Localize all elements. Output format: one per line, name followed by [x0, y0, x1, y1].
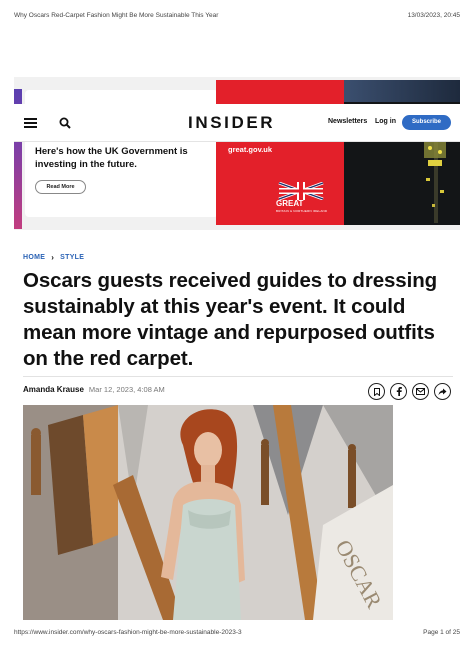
menu-icon[interactable]: [24, 118, 37, 128]
author-name[interactable]: Amanda Krause: [23, 385, 84, 394]
share-icon[interactable]: [434, 383, 451, 400]
breadcrumb-home[interactable]: HOME: [23, 254, 45, 261]
ad-text: Here's how the UK Government is investin…: [35, 146, 188, 170]
site-logo[interactable]: INSIDER: [188, 113, 275, 133]
ad-url: great.gov.uk: [228, 145, 273, 154]
search-icon[interactable]: [59, 117, 71, 129]
breadcrumb: HOME › STYLE: [23, 252, 84, 262]
hero-photo: OSCAR: [23, 405, 393, 620]
byline: Amanda Krause Mar 12, 2023, 4:08 AM: [23, 385, 165, 394]
print-datetime: 13/03/2023, 20:45: [407, 12, 460, 19]
print-title: Why Oscars Red-Carpet Fashion Might Be M…: [14, 12, 219, 19]
email-icon[interactable]: [412, 383, 429, 400]
site-header: INSIDER Newsletters Log in Subscribe: [14, 104, 460, 142]
ad-great-label: GREAT: [276, 199, 304, 208]
union-flag-icon: [275, 182, 327, 200]
ad-read-more-button[interactable]: Read More: [35, 180, 86, 194]
breadcrumb-section[interactable]: STYLE: [60, 254, 84, 261]
ad-dark-panel: [344, 80, 460, 225]
chevron-right-icon: ›: [51, 252, 55, 262]
satellite-icon: [424, 138, 446, 223]
divider: [23, 376, 453, 377]
ad-red-panel: great.gov.uk GREAT BRITAIN & NORTHERN IR…: [216, 80, 344, 225]
publish-date: Mar 12, 2023, 4:08 AM: [88, 385, 165, 394]
ad-great-sub: BRITAIN & NORTHERN IRELAND: [276, 209, 328, 213]
subscribe-button[interactable]: Subscribe: [402, 115, 451, 130]
newsletters-link[interactable]: Newsletters: [328, 118, 367, 125]
print-footer: https://www.insider.com/why-oscars-fashi…: [14, 629, 460, 639]
facebook-icon[interactable]: [390, 383, 407, 400]
bookmark-icon[interactable]: [368, 383, 385, 400]
print-page-number: Page 1 of 25: [423, 629, 460, 636]
login-link[interactable]: Log in: [375, 118, 396, 125]
print-header: Why Oscars Red-Carpet Fashion Might Be M…: [14, 12, 460, 22]
ad-banner[interactable]: Here's how the UK Government is investin…: [14, 77, 460, 230]
print-url[interactable]: https://www.insider.com/why-oscars-fashi…: [14, 629, 242, 639]
red-carpet-photo: OSCAR: [23, 405, 393, 620]
article-headline: Oscars guests received guides to dressin…: [23, 269, 438, 370]
